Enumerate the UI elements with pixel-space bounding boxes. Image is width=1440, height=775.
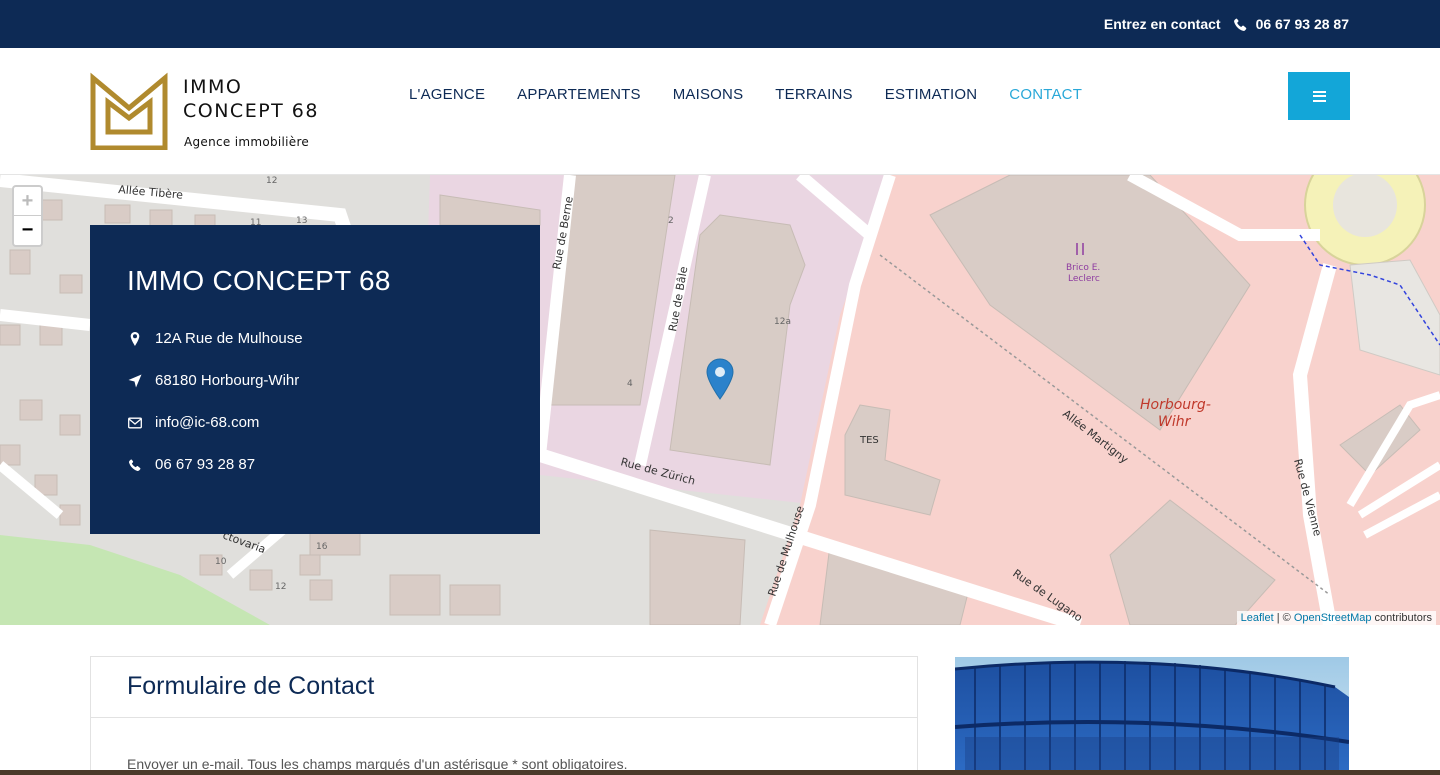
footer-edge — [0, 770, 1440, 775]
attribution-sep: | © — [1273, 612, 1294, 624]
map-zoom-control: + − — [12, 185, 43, 247]
nav-contact[interactable]: CONTACT — [1009, 86, 1082, 103]
phone-icon — [1233, 17, 1246, 31]
zoom-in-button[interactable]: + — [14, 187, 41, 216]
site-logo[interactable]: IMMO CONCEPT 68 Agence immobilière — [90, 72, 340, 152]
menu-toggle-button[interactable] — [1288, 72, 1350, 120]
map-attribution: Leaflet | © OpenStreetMap contributors — [1236, 611, 1436, 625]
nav-agence[interactable]: L'AGENCE — [409, 86, 485, 103]
map-marker-pin[interactable] — [706, 358, 734, 400]
osm-link[interactable]: OpenStreetMap — [1294, 612, 1372, 624]
top-bar: Entrez en contact 06 67 93 28 87 — [0, 0, 1440, 48]
map-label-horbourg: Horbourg- — [1140, 397, 1211, 413]
hamburger-icon — [1312, 90, 1326, 102]
form-divider — [91, 717, 917, 718]
leaflet-link[interactable]: Leaflet — [1241, 612, 1274, 624]
contact-info-card: IMMO CONCEPT 68 12A Rue de Mulhouse 6818… — [90, 225, 540, 534]
contact-form-panel: Formulaire de Contact Envoyer un e-mail.… — [90, 656, 918, 775]
card-address: 12A Rue de Mulhouse — [155, 330, 303, 347]
card-email[interactable]: info@ic-68.com — [155, 414, 259, 431]
map-label-2: 2 — [668, 216, 674, 226]
contact-label[interactable]: Entrez en contact — [1104, 16, 1221, 32]
map-label-12: 12 — [266, 176, 277, 186]
card-phone[interactable]: 06 67 93 28 87 — [155, 456, 255, 473]
phone-icon — [125, 457, 145, 473]
top-bar-contact: Entrez en contact 06 67 93 28 87 — [1104, 0, 1349, 48]
logo-tagline: Agence immobilière — [184, 135, 310, 149]
envelope-icon — [125, 415, 145, 431]
card-city: 68180 Horbourg-Wihr — [155, 372, 300, 389]
nav-terrains[interactable]: TERRAINS — [775, 86, 852, 103]
location-map[interactable]: Allée Tibère Rue de Berne Rue de Bâle Ru… — [0, 175, 1440, 625]
map-label-brico-2: Leclerc — [1068, 274, 1100, 284]
map-label-tes: TES — [859, 435, 879, 446]
card-row-phone[interactable]: 06 67 93 28 87 — [125, 456, 255, 473]
logo-line-1: IMMO — [183, 76, 243, 98]
map-label-16: 16 — [316, 542, 328, 552]
card-row-email[interactable]: info@ic-68.com — [125, 414, 259, 431]
logo-house-mark — [90, 72, 168, 150]
map-label-12a: 12a — [774, 317, 791, 327]
map-label-10: 10 — [215, 557, 227, 567]
nav-maisons[interactable]: MAISONS — [673, 86, 744, 103]
agency-building-photo — [955, 657, 1349, 775]
top-bar-phone-number: 06 67 93 28 87 — [1255, 16, 1349, 32]
nav-appartements[interactable]: APPARTEMENTS — [517, 86, 641, 103]
card-row-city: 68180 Horbourg-Wihr — [125, 372, 299, 389]
card-row-address: 12A Rue de Mulhouse — [125, 330, 303, 347]
nav-estimation[interactable]: ESTIMATION — [885, 86, 978, 103]
map-marker-icon — [125, 331, 145, 347]
attribution-suffix: contributors — [1371, 612, 1432, 624]
map-label-12b: 12 — [275, 582, 286, 592]
site-header: IMMO CONCEPT 68 Agence immobilière L'AGE… — [0, 48, 1440, 175]
zoom-out-button[interactable]: − — [14, 216, 41, 245]
location-arrow-icon — [125, 373, 145, 389]
map-label-wihr: Wihr — [1158, 414, 1192, 430]
top-bar-phone-link[interactable]: 06 67 93 28 87 — [1233, 16, 1349, 32]
form-title: Formulaire de Contact — [127, 672, 375, 700]
map-label-4: 4 — [627, 379, 633, 389]
logo-line-2: CONCEPT 68 — [183, 100, 319, 122]
main-nav: L'AGENCE APPARTEMENTS MAISONS TERRAINS E… — [409, 86, 1114, 103]
map-label-brico-1: Brico E. — [1066, 263, 1100, 273]
card-title: IMMO CONCEPT 68 — [127, 265, 391, 296]
